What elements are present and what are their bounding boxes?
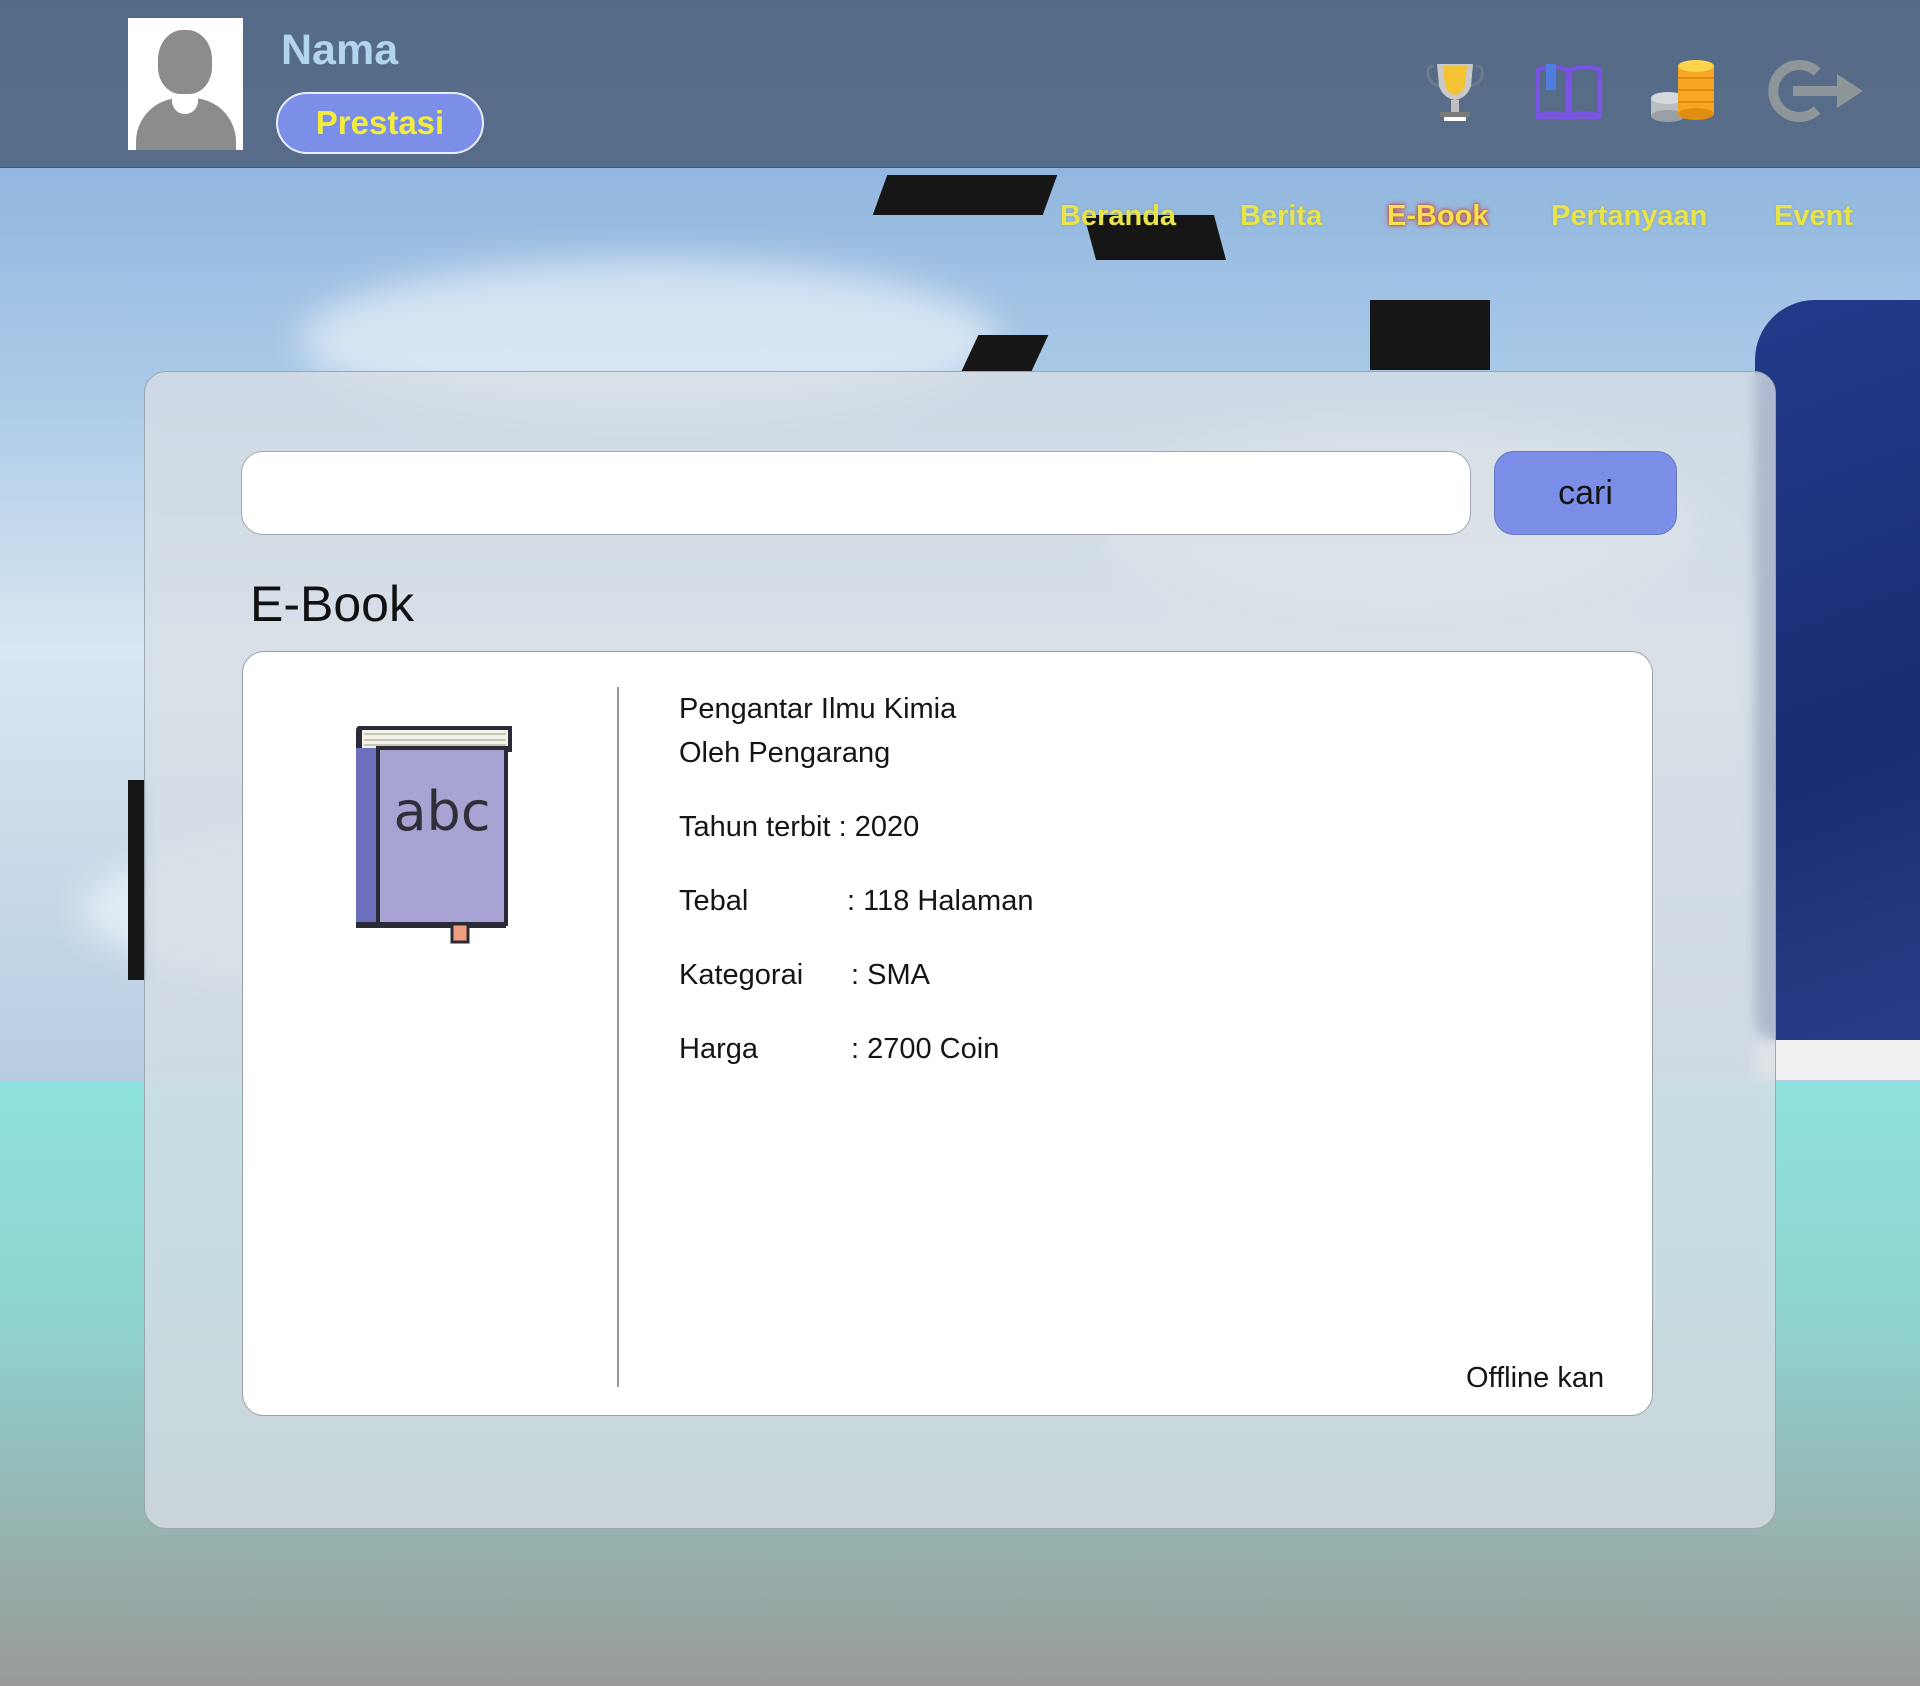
graduation-cap-shape bbox=[872, 175, 1058, 215]
user-name: Nama bbox=[281, 26, 399, 74]
coins-icon[interactable] bbox=[1648, 58, 1718, 124]
nav-event[interactable]: Event bbox=[1774, 200, 1853, 233]
background-robe-trim bbox=[1755, 1040, 1920, 1080]
ebook-year-row: Tahun terbit : 2020 bbox=[679, 811, 919, 844]
nav-pertanyaan[interactable]: Pertanyaan bbox=[1551, 200, 1707, 233]
ebook-year-label: Tahun terbit bbox=[679, 811, 831, 843]
logout-icon[interactable] bbox=[1765, 58, 1869, 124]
avatar[interactable] bbox=[128, 18, 243, 150]
ebook-cover-icon: abc bbox=[356, 726, 512, 944]
ebook-category-value: : SMA bbox=[851, 959, 930, 991]
trophy-icon[interactable] bbox=[1420, 58, 1490, 124]
offline-button[interactable]: Offline kan bbox=[1466, 1362, 1604, 1395]
ebook-category-row: Kategorai : SMA bbox=[679, 959, 930, 992]
search-input[interactable] bbox=[241, 451, 1471, 535]
nav-berita[interactable]: Berita bbox=[1240, 200, 1322, 233]
cover-text: abc bbox=[393, 780, 490, 843]
ebook-price-value: : 2700 Coin bbox=[851, 1033, 1000, 1065]
top-header-bar: Nama Prestasi bbox=[0, 0, 1920, 168]
book-icon[interactable] bbox=[1534, 58, 1604, 124]
background-graduate-robe bbox=[1755, 300, 1920, 1040]
card-divider bbox=[617, 687, 619, 1387]
ebook-pages-label: Tebal bbox=[679, 885, 749, 917]
ebook-year-value: : 2020 bbox=[838, 811, 920, 843]
ebook-author: Oleh Pengarang bbox=[679, 737, 891, 769]
nav-ebook[interactable]: E-Book bbox=[1387, 200, 1489, 233]
ebook-pages-value: : 118 Halaman bbox=[847, 885, 1034, 917]
section-title: E-Book bbox=[250, 576, 414, 632]
avatar-head-shape bbox=[158, 30, 212, 94]
nav-beranda[interactable]: Beranda bbox=[1060, 200, 1176, 233]
search-button[interactable]: cari bbox=[1494, 451, 1677, 535]
ebook-category-label: Kategorai bbox=[679, 959, 804, 991]
ebook-title: Pengantar Ilmu Kimia bbox=[679, 693, 957, 725]
ebook-price-label: Harga bbox=[679, 1033, 758, 1065]
graduation-cap-shape bbox=[1370, 300, 1490, 370]
ebook-price-row: Harga : 2700 Coin bbox=[679, 1033, 999, 1066]
prestasi-button[interactable]: Prestasi bbox=[276, 92, 484, 154]
ebook-pages-row: Tebal : 118 Halaman bbox=[679, 885, 1033, 918]
